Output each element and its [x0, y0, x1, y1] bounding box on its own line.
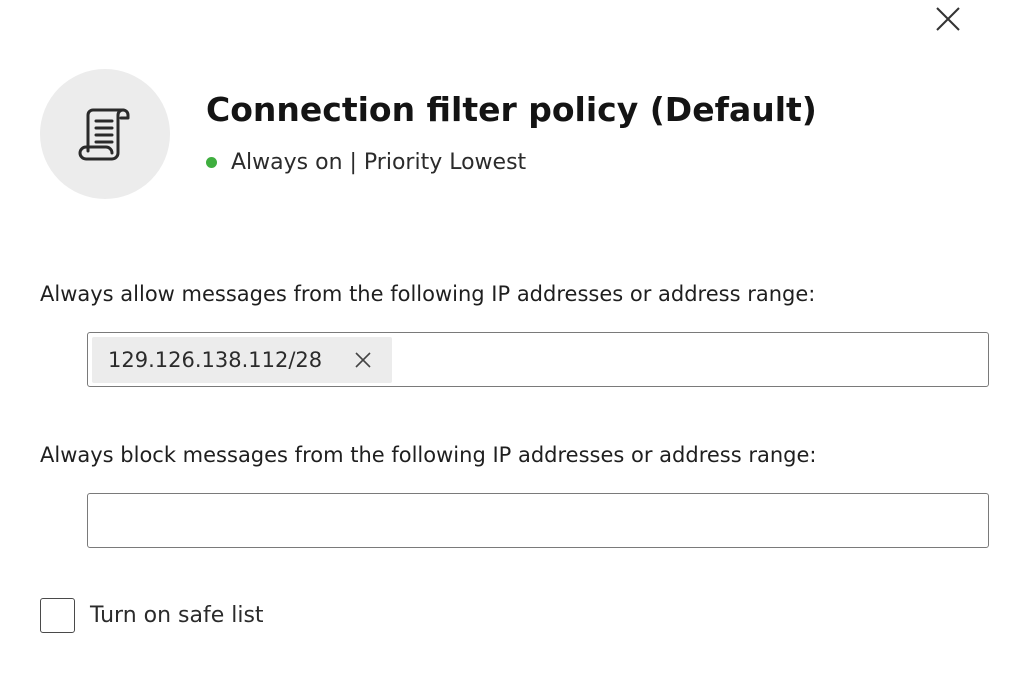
close-icon: [355, 351, 371, 368]
remove-ip-button[interactable]: [352, 349, 374, 371]
safe-list-label: Turn on safe list: [90, 602, 264, 628]
allow-ip-input[interactable]: 129.126.138.112/28: [87, 332, 989, 387]
scroll-document-icon: [78, 108, 130, 161]
page-title: Connection filter policy (Default): [206, 90, 817, 129]
close-icon: [936, 7, 960, 31]
policy-icon-container: [40, 69, 170, 199]
block-ip-label: Always block messages from the following…: [40, 443, 817, 467]
status-text: Always on | Priority Lowest: [231, 149, 527, 175]
status-indicator-icon: [206, 156, 217, 168]
block-ip-input[interactable]: [87, 493, 989, 548]
connection-filter-policy-panel: Connection filter policy (Default) Alway…: [0, 0, 1024, 680]
allow-ip-label: Always allow messages from the following…: [40, 282, 816, 306]
safe-list-option: Turn on safe list: [40, 597, 264, 633]
safe-list-checkbox[interactable]: [40, 597, 75, 633]
policy-status: Always on | Priority Lowest: [206, 146, 526, 178]
close-button[interactable]: [930, 4, 966, 34]
ip-tag-text: 129.126.138.112/28: [108, 347, 323, 372]
ip-tag: 129.126.138.112/28: [92, 336, 393, 383]
